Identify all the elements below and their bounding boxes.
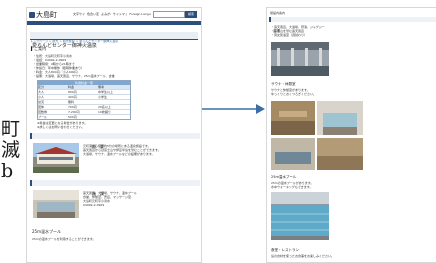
pool-text: 25mの温水プールを利用することができます。 <box>32 237 96 241</box>
rest-area-image <box>271 138 315 170</box>
section-heading-sauna: サウナ・休憩室 <box>271 82 296 86</box>
section-heading-restaurant: 食堂・レストラン <box>271 248 299 252</box>
fee-table-header: 区分 料金 備考 <box>38 85 130 89</box>
sauna-photo-2 <box>317 101 363 135</box>
overview-text: 元町港から徒歩約5分の場所にある温泉施設です。 露天風呂からは富士山や伊豆半島を… <box>83 144 161 156</box>
header-link-text-size[interactable]: 文字サイズ <box>73 12 85 16</box>
restaurant-text: 島の食材を使ったお食事をお楽しみください。 <box>271 254 335 258</box>
bath-photo <box>271 42 329 76</box>
side-char: 町 <box>1 118 21 140</box>
page-title-bar: 愛らんどセンター御神火温泉 <box>30 32 198 49</box>
sauna-photo-4 <box>317 138 363 170</box>
table-row: 小人 400円 小学生 <box>38 94 130 99</box>
info-line: ・設備：大浴場、露天風呂、サウナ、25m温水プール、食堂 <box>33 74 115 78</box>
indoor-bath-image <box>271 42 329 76</box>
table-row: 大人 800円 中学生以上 <box>38 89 130 94</box>
section-heading-info: ▍ご案内 <box>31 46 47 51</box>
side-char: b <box>1 160 14 182</box>
right-webpage-screenshot: 施設内案内 浴場 ・露天風呂、大浴場、寝湯、ジャグジー ・富士山を望む露天風呂 … <box>266 7 436 263</box>
facility-text: 露天風呂、大浴場、サウナ、温水プール 食堂、休憩室、売店、マッサージ室 大島町元… <box>83 191 137 207</box>
table-row: プール 500円 <box>38 114 130 119</box>
bath-tub-image <box>317 101 363 135</box>
section-heading-pool: 25m温水プール <box>32 229 61 234</box>
header-link-color[interactable]: 色合い変更 <box>87 12 99 16</box>
section-heading-pool: 25m温水プール <box>271 175 297 179</box>
site-logo-text: 大島町 <box>36 11 57 19</box>
section-heading-overview: 概 要 <box>30 133 200 149</box>
pool-photo <box>271 192 329 240</box>
table-notes: ※料金は変更になる場合があります。 ※詳しくはお問い合わせください。 <box>37 121 88 129</box>
bath-photo <box>33 190 79 218</box>
pool-text: 25mの温水プールがあります。 水中ウォーキングもできます。 <box>271 181 314 189</box>
town-emblem-icon <box>29 12 35 18</box>
left-webpage-screenshot: 大島町 文字サイズ 色合い変更 よみがな サイトマップ Foreign Lang… <box>26 7 202 263</box>
sauna-photo-3 <box>271 138 315 170</box>
table-row: 団体 700円 20名以上 <box>38 104 130 109</box>
building-image <box>33 143 79 173</box>
table-row: 回数券 7,200円 10枚綴り <box>38 109 130 114</box>
header-link-yomigana[interactable]: よみがな <box>101 12 111 16</box>
indoor-pool-image <box>271 192 329 240</box>
header-link-foreign[interactable]: Foreign Language <box>129 12 151 16</box>
table-row: 幼児 無料 <box>38 99 130 104</box>
search-input[interactable] <box>153 11 185 18</box>
sauna-bench-image <box>317 138 363 170</box>
side-text-fragment: 町 滅 b <box>1 119 23 182</box>
header-link-sitemap[interactable]: サイトマップ <box>113 12 128 16</box>
building-photo <box>33 143 79 173</box>
arrow-right-icon <box>202 104 265 114</box>
bath-image <box>33 190 79 218</box>
header-links: 文字サイズ 色合い変更 よみがな サイトマップ Foreign Language <box>73 12 151 16</box>
fee-table: 利用料金一覧 区分 料金 備考 大人 800円 中学生以上 小人 400円 小学… <box>37 80 131 120</box>
page-top-label: 施設内案内 <box>270 11 286 15</box>
sauna-text: サウナと休憩室があります。 ゆっくりとおくつろぎください。 <box>271 88 317 96</box>
section-heading-bath: 浴場 <box>269 17 436 33</box>
bath-text: ・露天風呂、大浴場、寝湯、ジャグジー ・富士山を望む露天風呂 ・男女別浴室（週替… <box>271 25 325 37</box>
section-heading-facility: 施 設 <box>30 180 200 196</box>
sauna-room-image <box>271 101 315 135</box>
site-logo[interactable]: 大島町 <box>29 11 57 19</box>
info-list: ・住所：大島町元町字小清水 ・電話：04992-2-0909 ・営業時間：9時か… <box>33 54 197 78</box>
nav-bar <box>27 21 201 25</box>
sauna-photo-1 <box>271 101 315 135</box>
search-button[interactable]: 検索 <box>185 11 197 18</box>
side-char: 滅 <box>1 139 21 161</box>
